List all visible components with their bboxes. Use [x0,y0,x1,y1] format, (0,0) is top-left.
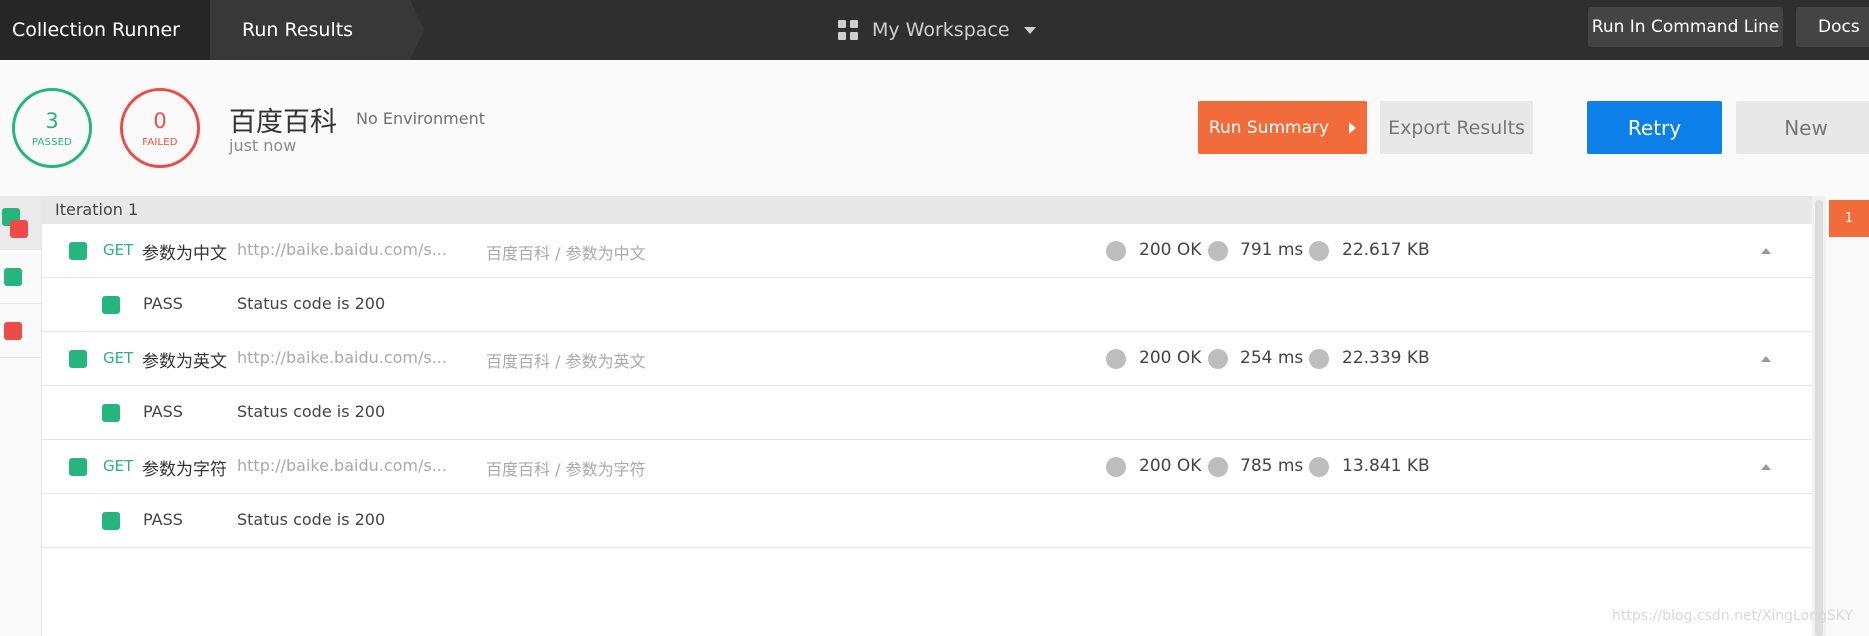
request-url: http://baike.baidu.com/s... [237,456,447,475]
passed-count-ring: 3 PASSED [12,88,92,168]
breadcrumb-run-results[interactable]: Run Results [210,0,424,60]
status-dot-icon [1106,349,1126,369]
pass-square-icon [102,296,120,314]
pass-square-icon [4,268,22,286]
request-row[interactable]: GET 参数为中文 http://baike.baidu.com/s... 百度… [42,224,1812,278]
run-summary-button[interactable]: Run Summary [1198,101,1367,154]
response-size: 22.617 KB [1342,240,1430,260]
test-name: Status code is 200 [237,402,386,421]
request-url: http://baike.baidu.com/s... [237,348,447,367]
response-status: 200 OK [1139,456,1202,476]
top-bar: Collection Runner Run Results My Workspa… [0,0,1869,60]
pass-square-icon [102,404,120,422]
response-size: 13.841 KB [1342,456,1430,476]
strip-row-2[interactable] [0,250,42,304]
fail-square-icon [10,220,28,238]
request-row[interactable]: GET 参数为英文 http://baike.baidu.com/s... 百度… [42,332,1812,386]
status-dot-icon [1106,241,1126,261]
size-dot-icon [1309,457,1329,477]
test-row: PASS Status code is 200 [42,386,1812,440]
pass-square-icon [69,458,87,476]
iteration-header: Iteration 1 [42,196,1812,224]
chevron-down-icon [1023,26,1036,34]
collapse-caret-icon[interactable] [1761,464,1771,470]
request-method: GET [103,241,134,259]
export-results-button[interactable]: Export Results [1380,101,1533,154]
iteration-strip [0,196,42,636]
response-size: 22.339 KB [1342,348,1430,368]
collapse-caret-icon[interactable] [1761,248,1771,254]
request-path: 百度百科 / 参数为中文 [486,244,646,263]
pass-square-icon [102,512,120,530]
iteration-badge[interactable]: 1 [1829,200,1869,237]
request-path: 百度百科 / 参数为英文 [486,352,646,371]
run-time: just now [229,136,297,155]
retry-button[interactable]: Retry [1587,101,1722,154]
test-status: PASS [143,402,183,421]
strip-row-1[interactable] [0,196,42,250]
size-dot-icon [1309,349,1329,369]
test-status: PASS [143,510,183,529]
docs-button[interactable]: Docs [1796,7,1869,47]
passed-label: PASSED [31,136,73,148]
strip-row-3[interactable] [0,304,42,358]
breadcrumb-collection-runner[interactable]: Collection Runner [0,0,224,60]
request-path: 百度百科 / 参数为字符 [486,460,646,479]
request-method: GET [103,457,134,475]
request-method: GET [103,349,134,367]
test-name: Status code is 200 [237,294,386,313]
response-time: 254 ms [1240,348,1304,368]
failed-count-ring: 0 FAILED [120,88,200,168]
test-status: PASS [143,294,183,313]
pass-square-icon [69,242,87,260]
request-name: 参数为字符 [142,460,227,480]
caret-right-icon [1349,121,1357,134]
test-row: PASS Status code is 200 [42,278,1812,332]
run-in-command-line-button[interactable]: Run In Command Line [1588,7,1783,47]
response-status: 200 OK [1139,240,1202,260]
workspace-grid-icon [838,20,858,40]
time-dot-icon [1208,241,1228,261]
workspace-switcher[interactable]: My Workspace [838,0,1036,60]
request-url: http://baike.baidu.com/s... [237,240,447,259]
request-name: 参数为英文 [142,352,227,372]
test-name: Status code is 200 [237,510,386,529]
failed-count: 0 [153,108,167,133]
size-dot-icon [1309,241,1329,261]
time-dot-icon [1208,457,1228,477]
scrollbar-thumb[interactable] [1815,200,1823,636]
request-name: 参数为中文 [142,244,227,264]
status-dot-icon [1106,457,1126,477]
request-row[interactable]: GET 参数为字符 http://baike.baidu.com/s... 百度… [42,440,1812,494]
passed-count: 3 [45,108,59,133]
time-dot-icon [1208,349,1228,369]
iteration-list [1826,196,1869,636]
collection-name: 百度百科 [229,107,337,138]
environment-label: No Environment [356,109,486,128]
test-row: PASS Status code is 200 [42,494,1812,548]
pass-square-icon [69,350,87,368]
response-status: 200 OK [1139,348,1202,368]
fail-square-icon [4,322,22,340]
workspace-name: My Workspace [872,19,1010,41]
watermark: https://blog.csdn.net/XingLongSKY [1612,608,1853,624]
new-button[interactable]: New [1736,101,1869,154]
response-time: 785 ms [1240,456,1304,476]
iteration-label: Iteration 1 [55,200,139,219]
collapse-caret-icon[interactable] [1761,356,1771,362]
response-time: 791 ms [1240,240,1304,260]
failed-label: FAILED [142,136,178,148]
